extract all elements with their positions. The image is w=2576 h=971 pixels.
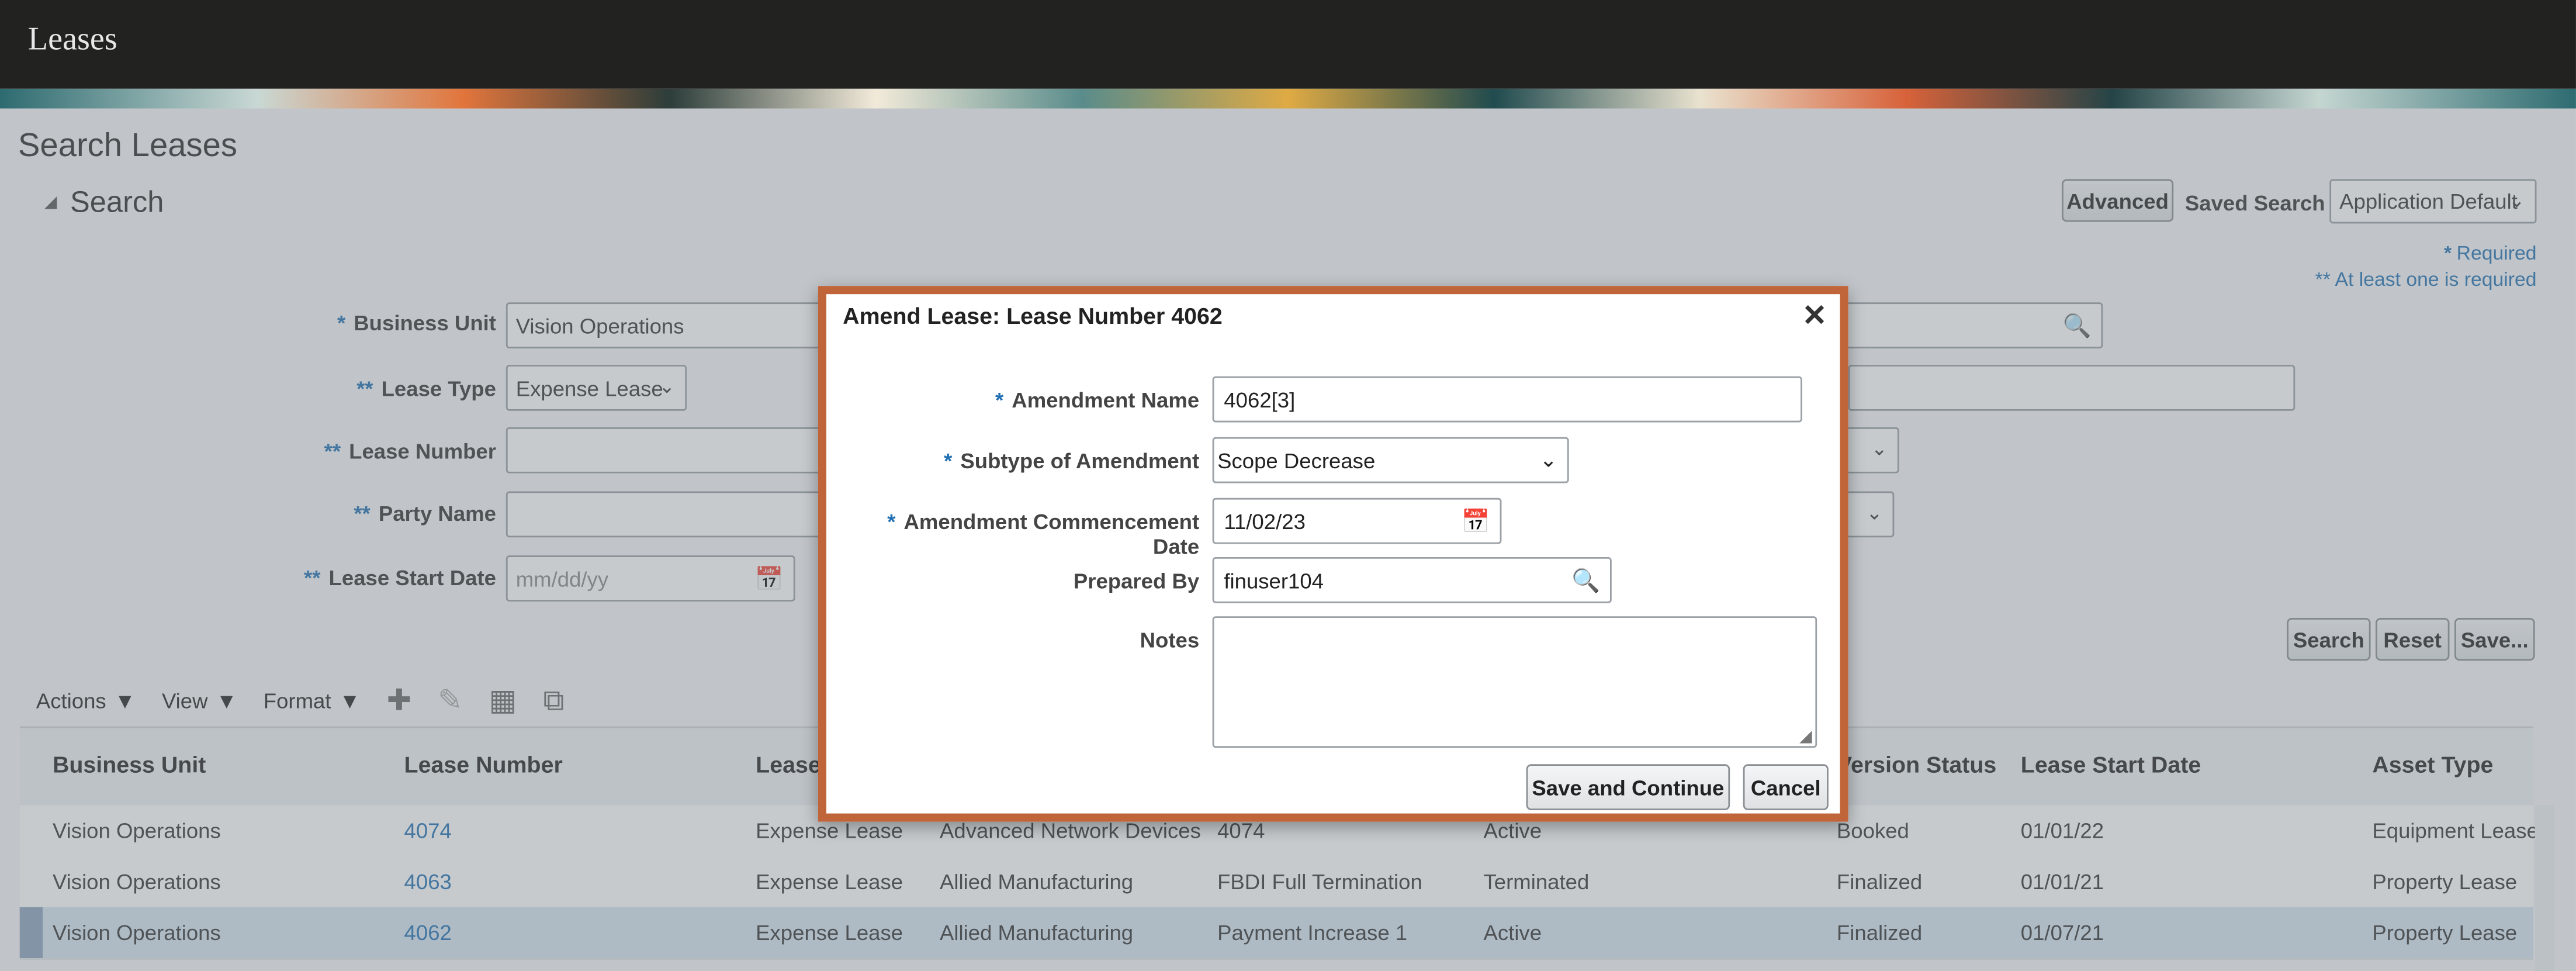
commencement-date-label: * Amendment Commencement Date	[843, 509, 1199, 558]
subtype-value: Scope Decrease	[1217, 448, 1376, 473]
calendar-icon[interactable]: 📅	[1462, 508, 1490, 536]
resize-handle-icon[interactable]: ◢	[1799, 728, 1812, 746]
decorative-banner	[0, 88, 2576, 109]
commencement-date-label-text: Amendment Commencement Date	[903, 509, 1200, 559]
dialog-title: Amend Lease: Lease Number 4062	[843, 302, 1223, 329]
commencement-date-input[interactable]: 11/02/23 📅	[1212, 497, 1502, 544]
save-and-continue-button[interactable]: Save and Continue	[1526, 764, 1730, 810]
commencement-date-value: 11/02/23	[1224, 509, 1306, 534]
notes-textarea[interactable]: ◢	[1212, 616, 1817, 748]
cancel-button[interactable]: Cancel	[1743, 764, 1829, 810]
required-marker: *	[887, 509, 896, 534]
notes-label: Notes	[1140, 627, 1200, 653]
chevron-down-icon: ⌄	[1539, 447, 1558, 472]
required-marker: *	[995, 388, 1004, 413]
amendment-name-label-text: Amendment Name	[1012, 388, 1200, 413]
prepared-by-label: Prepared By	[1073, 568, 1200, 593]
amendment-name-input[interactable]: 4062[3]	[1212, 376, 1802, 423]
prepared-by-value: finuser104	[1224, 568, 1324, 593]
amend-lease-dialog: Amend Lease: Lease Number 4062 ✕ * Amendm…	[818, 286, 1848, 822]
search-icon[interactable]: 🔍	[1571, 567, 1600, 595]
amendment-name-value: 4062[3]	[1224, 387, 1296, 412]
app-header	[0, 0, 2576, 89]
subtype-label: * Subtype of Amendment	[859, 448, 1199, 473]
subtype-select[interactable]: Scope Decrease ⌄	[1212, 437, 1569, 483]
amendment-name-label: * Amendment Name	[859, 388, 1199, 412]
close-icon[interactable]: ✕	[1802, 299, 1827, 334]
prepared-by-input[interactable]: finuser104 🔍	[1212, 557, 1612, 603]
app-title: Leases	[27, 21, 117, 58]
subtype-label-text: Subtype of Amendment	[960, 448, 1200, 474]
required-marker: *	[944, 448, 953, 474]
